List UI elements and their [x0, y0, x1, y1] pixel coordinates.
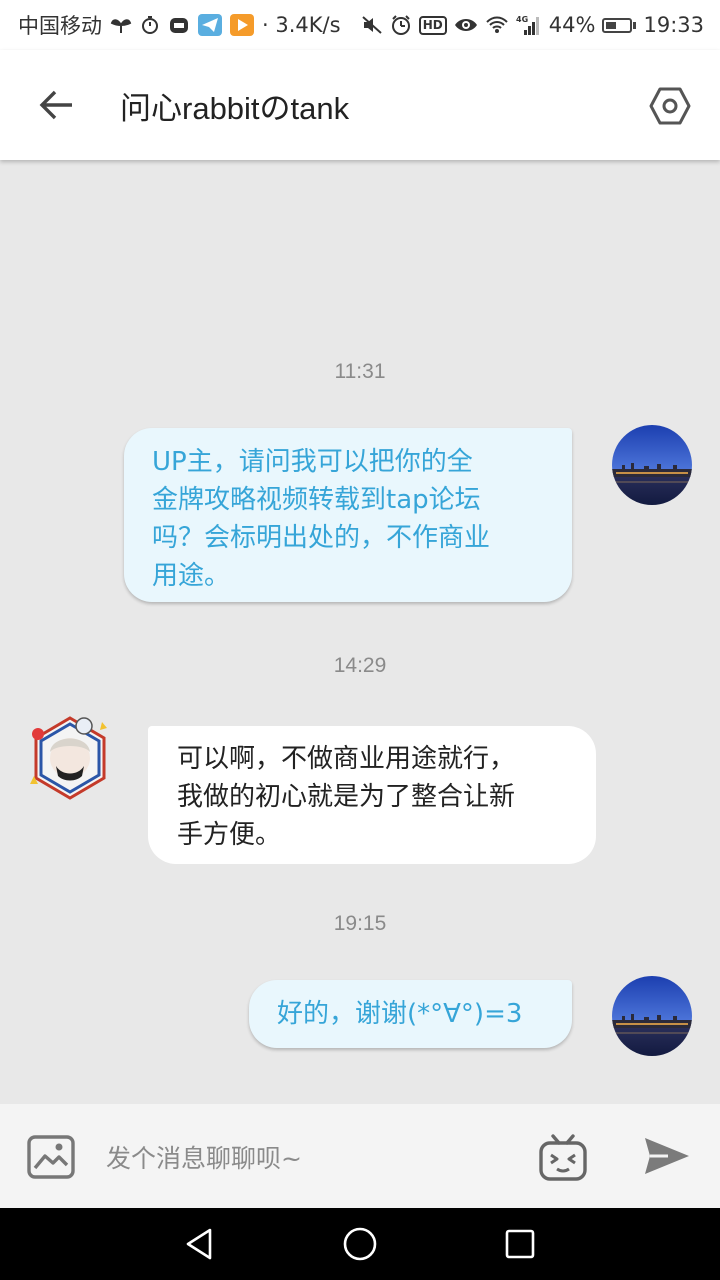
nav-home-button[interactable] — [338, 1222, 382, 1266]
message-line: 我做的初心就是为了整合让新 — [177, 782, 516, 812]
message-line: 手方便。 — [177, 820, 282, 850]
hexagon-settings-icon — [649, 87, 691, 125]
message-line: 用途。 — [152, 561, 231, 591]
nav-recents-button[interactable] — [498, 1222, 542, 1266]
image-picker-button[interactable] — [26, 1134, 76, 1180]
square-recents-icon — [505, 1229, 535, 1259]
arrow-left-icon — [39, 90, 72, 120]
clock: 19:33 — [643, 13, 704, 37]
message-timestamp: 11:31 — [334, 360, 386, 383]
battery-icon — [602, 17, 637, 33]
bilibili-tv-emoji-icon — [539, 1134, 587, 1181]
contact-avatar[interactable] — [24, 712, 107, 800]
send-icon — [645, 1138, 689, 1174]
system-navigation-bar — [0, 1208, 720, 1280]
hd-icon: HD — [418, 15, 447, 35]
circle-home-icon — [343, 1227, 377, 1261]
image-icon — [27, 1135, 75, 1179]
cell-signal-icon: 4G — [516, 14, 542, 36]
anime-character-avatar-image — [30, 716, 107, 800]
city-night-avatar-image — [612, 976, 692, 1056]
status-bar: 中国移动 · 3.4K/s HD 4G 44% 19:33 — [0, 0, 720, 50]
svg-text:4G: 4G — [516, 15, 528, 24]
message-line: UP主，请问我可以把你的全 — [152, 447, 473, 477]
app-header: 问心rabbitのtank — [0, 50, 720, 160]
message-line: 金牌攻略视频转载到tap论坛 — [152, 485, 481, 515]
nav-back-button[interactable] — [178, 1222, 222, 1266]
message-timestamp: 19:15 — [333, 912, 387, 935]
received-message-bubble[interactable]: 可以啊，不做商业用途就行， 我做的初心就是为了整合让新 手方便。 — [148, 726, 596, 864]
message-timestamp: 14:29 — [333, 654, 387, 677]
sprout-icon — [110, 15, 132, 35]
back-button[interactable] — [26, 75, 86, 135]
message-input[interactable] — [104, 1134, 518, 1182]
message-input-bar — [0, 1104, 720, 1208]
message-line: 吗？会标明出处的，不作商业 — [152, 523, 491, 553]
sent-message-bubble[interactable]: UP主，请问我可以把你的全 金牌攻略视频转载到tap论坛 吗？会标明出处的，不作… — [124, 428, 572, 602]
battery-percent: 44% — [548, 13, 596, 37]
my-avatar[interactable] — [612, 425, 692, 505]
timer-icon — [140, 15, 160, 35]
chat-area[interactable]: 11:31 UP主，请问我可以把你的全 金牌攻略视频转载到tap论坛 吗？会标明… — [0, 160, 720, 1104]
send-button[interactable] — [642, 1134, 694, 1180]
settings-button[interactable] — [642, 78, 698, 134]
eye-icon — [454, 16, 478, 34]
mute-icon — [361, 15, 383, 35]
network-speed: · 3.4K/s — [262, 13, 341, 37]
my-avatar[interactable] — [612, 976, 692, 1056]
message-line: 可以啊，不做商业用途就行， — [177, 744, 516, 774]
wifi-icon — [485, 15, 509, 35]
carrier-label: 中国移动 — [18, 14, 102, 38]
telegram-icon — [198, 14, 222, 36]
emoji-button[interactable] — [537, 1132, 589, 1184]
message-line: 好的，谢谢(*°∀°)=3 — [277, 999, 523, 1029]
triangle-back-icon — [186, 1228, 212, 1260]
app-notification-icon — [168, 15, 190, 35]
alarm-icon — [390, 14, 412, 36]
page-title: 问心rabbitのtank — [120, 90, 350, 126]
city-night-avatar-image — [612, 425, 692, 505]
video-app-icon — [230, 14, 254, 36]
sent-message-bubble[interactable]: 好的，谢谢(*°∀°)=3 — [249, 980, 572, 1048]
